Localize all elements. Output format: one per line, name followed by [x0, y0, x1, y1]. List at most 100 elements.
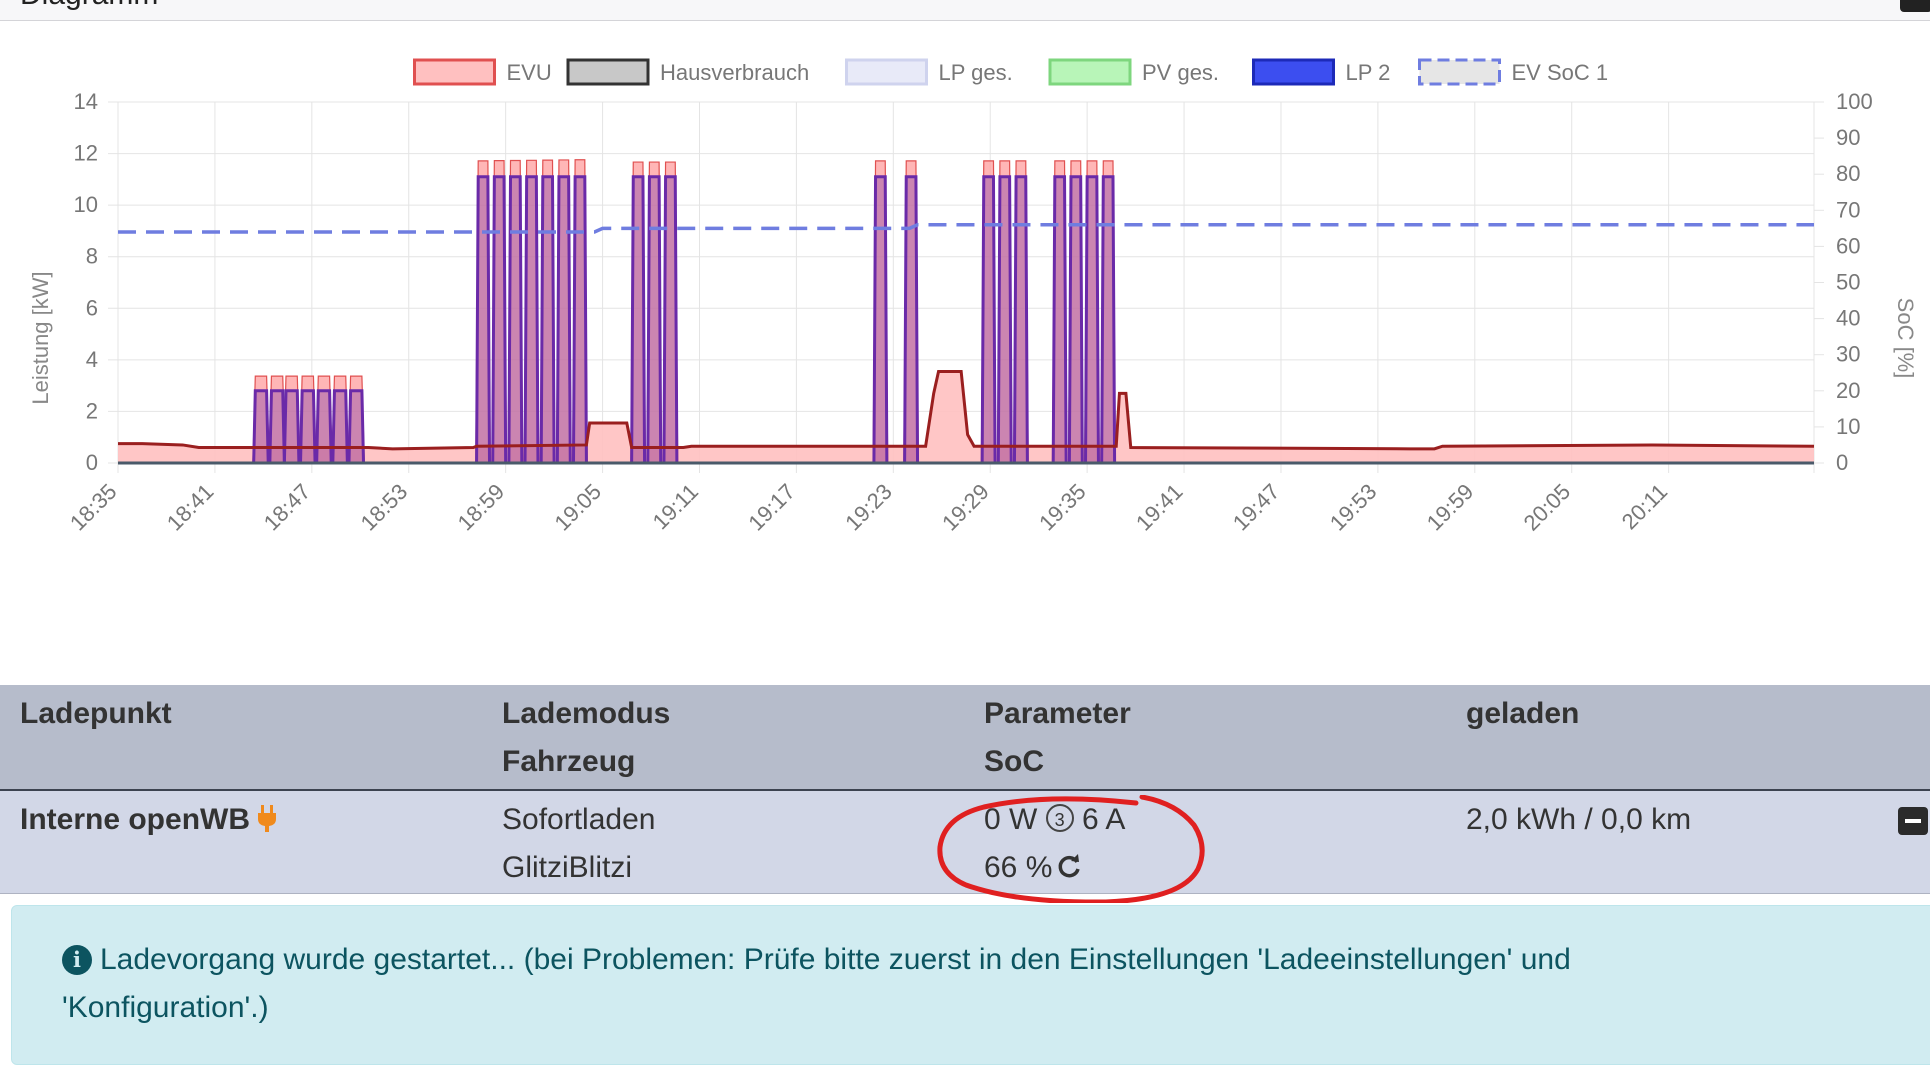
lademodus-value[interactable]: Sofortladen: [502, 803, 655, 837]
lp2-pulse: [299, 389, 317, 464]
lp2-pulse: [555, 175, 572, 464]
y2-tick-label: 10: [1836, 414, 1860, 439]
ladepunkt-label: Interne openWB: [20, 803, 250, 836]
y2-tick-label: 0: [1836, 450, 1848, 475]
info-alert: i Ladevorgang wurde gestartet... (bei Pro…: [11, 905, 1930, 1065]
lp2-pulse: [646, 175, 663, 464]
x-tick-label: 18:41: [162, 479, 219, 536]
x-tick-label: 19:23: [840, 479, 897, 536]
y-tick-label: 6: [86, 295, 98, 320]
lp2-pulse: [662, 175, 679, 464]
y-tick-label: 4: [86, 347, 98, 372]
y2-tick-label: 60: [1836, 233, 1860, 258]
power-chart: 0 2 4 6 8 10 12 14 0 10 20 30 40 50 60 70 80 90 100 18:35 18…: [28, 58, 1918, 535]
y-tick-label: 12: [74, 141, 98, 166]
x-tick-label: 18:59: [453, 479, 510, 536]
lp2-pulse: [475, 175, 492, 464]
lp2-pulse: [1067, 175, 1084, 464]
ladepunkt-name: Interne openWB: [20, 803, 278, 837]
header-lademodus: Lademodus: [502, 697, 671, 730]
collapse-row-button[interactable]: [1898, 807, 1928, 835]
y2-tick-label: 40: [1836, 306, 1860, 331]
y-tick-label: 10: [74, 192, 98, 217]
parameter-value: 0 W 3 6 A: [984, 803, 1125, 837]
panel-collapse-icon[interactable]: [1900, 0, 1930, 12]
lp2-pulse: [539, 175, 556, 464]
x-tick-label: 19:05: [549, 479, 606, 536]
y2-tick-label: 50: [1836, 270, 1860, 295]
x-tick-label: 19:47: [1228, 479, 1285, 536]
y2-tick-label: 30: [1836, 342, 1860, 367]
x-tick-label: 18:53: [356, 479, 413, 536]
header-soc: SoC: [984, 745, 1044, 778]
y-tick-label: 14: [74, 89, 98, 114]
lp2-pulse: [523, 175, 540, 464]
lp2-pulse: [507, 175, 524, 464]
soc-label: 66 %: [984, 851, 1053, 884]
header-fahrzeug: Fahrzeug: [502, 745, 636, 778]
y2-tick-label: 70: [1836, 197, 1860, 222]
y-tick-label: 2: [86, 398, 98, 423]
x-tick-label: 18:47: [259, 479, 316, 536]
lp2-pulse: [252, 389, 270, 464]
chart-legend: EVU Hausverbrauch LP ges. PV ges. LP 2 EV SoC…: [413, 58, 1609, 86]
legend-swatch: [845, 58, 928, 86]
legend-swatch: [1418, 58, 1501, 86]
plug-icon: [258, 805, 276, 832]
soc-value: 66 %: [984, 851, 1082, 885]
lp2-pulse: [282, 389, 301, 464]
legend-label: LP ges.: [939, 60, 1013, 85]
y-axis-label: Leistung [kW]: [28, 271, 53, 404]
lp2-pulse: [980, 175, 997, 464]
legend-label: EV SoC 1: [1512, 60, 1609, 85]
lp2-pulse: [268, 389, 286, 464]
y2-tick-label: 20: [1836, 378, 1860, 403]
table-row: Interne openWB Sofortladen GlitziBlitzi …: [0, 791, 1930, 894]
x-tick-label: 19:11: [648, 479, 703, 534]
y2-tick-label: 90: [1836, 125, 1860, 150]
y-tick-label: 0: [86, 450, 98, 475]
x-tick-label: 18:35: [65, 479, 122, 536]
panel-header: Diagramm: [0, 0, 1930, 21]
lp2-pulse: [872, 175, 889, 464]
phases-badge: 3: [1045, 804, 1074, 832]
x-tick-label: 19:29: [937, 479, 994, 536]
fahrzeug-value: GlitziBlitzi: [502, 851, 633, 884]
y-tick-label: 8: [86, 244, 98, 269]
lp2-pulse: [630, 175, 647, 464]
legend-swatch: [1048, 58, 1132, 86]
power-value: 0 W: [984, 803, 1038, 836]
alert-text: Ladevorgang wurde gestartet... (bei Prob…: [62, 943, 1571, 1024]
y2-tick-label: 100: [1836, 89, 1873, 114]
x-tick-label: 19:17: [743, 479, 800, 536]
lp2-pulse: [491, 175, 508, 464]
info-icon: i: [62, 945, 92, 975]
legend-label: EVU: [507, 60, 552, 85]
x-tick-label: 20:11: [1617, 479, 1672, 534]
x-tick-label: 19:59: [1422, 479, 1479, 536]
legend-swatch: [413, 58, 496, 86]
y2-tick-label: 80: [1836, 161, 1860, 186]
legend-label: PV ges.: [1142, 60, 1219, 85]
legend-label: Hausverbrauch: [660, 60, 809, 85]
lp2-pulse: [1051, 175, 1068, 464]
header-geladen: geladen: [1466, 697, 1580, 730]
lp2-pulse: [571, 175, 588, 464]
panel-title: Diagramm: [20, 0, 158, 12]
y2-axis-label: SoC [%]: [1893, 298, 1918, 379]
header-parameter: Parameter: [984, 697, 1131, 730]
geladen-value: 2,0 kWh / 0,0 km: [1466, 803, 1692, 836]
lp2-pulse: [315, 389, 333, 464]
legend-swatch: [1252, 58, 1335, 86]
chart-axes: 0 2 4 6 8 10 12 14 0 10 20 30 40 50 60 70 80 90 100 18:35 18…: [65, 89, 1873, 535]
refresh-icon[interactable]: [1056, 854, 1082, 880]
lp2-pulse: [903, 175, 920, 464]
header-ladepunkt: Ladepunkt: [20, 697, 172, 730]
alert-message: i Ladevorgang wurde gestartet... (bei Pro…: [62, 936, 1762, 1032]
ev-soc-line: [118, 222, 1814, 234]
table-header: Ladepunkt Lademodus Fahrzeug Parameter S…: [0, 685, 1930, 791]
x-tick-label: 19:35: [1034, 479, 1091, 536]
lp2-pulse: [1012, 175, 1029, 464]
x-tick-label: 19:53: [1325, 479, 1382, 536]
lp2-pulse: [347, 389, 366, 464]
